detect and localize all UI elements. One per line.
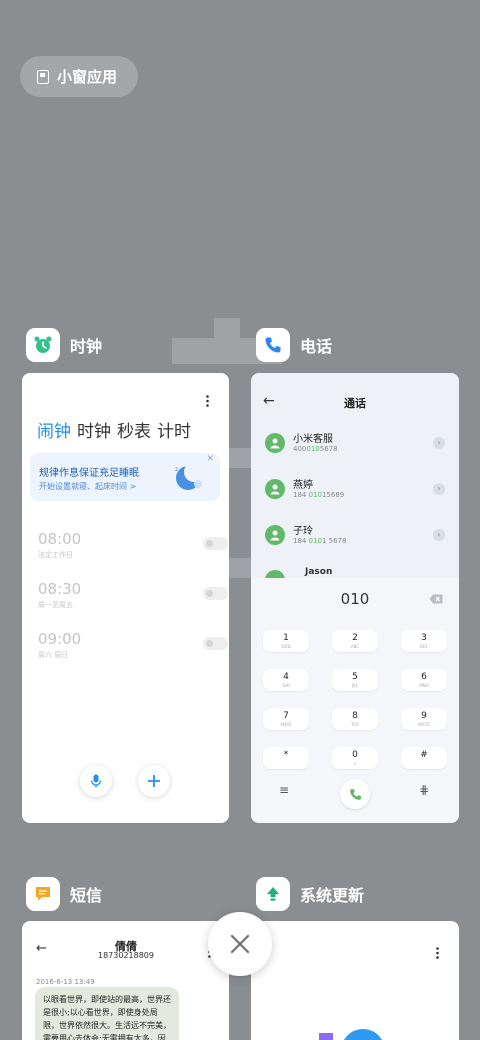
dial-key-hash[interactable]: #	[401, 747, 447, 769]
alarm-repeat: 周六 周日	[38, 651, 69, 659]
voice-alarm-button[interactable]	[80, 765, 112, 797]
phone-app-header[interactable]: 电话	[256, 328, 332, 362]
alarm-repeat: 周一至周五	[38, 601, 73, 609]
microphone-icon	[90, 774, 102, 788]
contact-detail-arrow-icon[interactable]: ›	[433, 529, 445, 541]
dial-key-2[interactable]: 2 ABC	[332, 630, 378, 652]
dial-key-star[interactable]: *	[263, 747, 309, 769]
clock-app-icon	[26, 328, 60, 362]
more-menu-icon[interactable]	[206, 395, 209, 407]
conversation-contact-number: 18730218809	[98, 951, 154, 960]
menu-icon[interactable]: ≡	[279, 783, 289, 797]
alarm-item[interactable]: 08:30 周一至周五	[38, 580, 228, 620]
message-timestamp: 2016-6-13 13:49	[36, 978, 95, 986]
banner-close-icon[interactable]: ✕	[206, 454, 214, 464]
contact-name: 小米客服	[293, 434, 333, 445]
alarm-item[interactable]: 08:00 法定工作日	[38, 530, 228, 570]
dialpad: 010 1 GQD 2 ABC 3 DEF 4 GHI 5 JKL 6 MNO 7 PQRS …	[251, 578, 459, 823]
svg-text:z: z	[175, 466, 178, 473]
banner-title: 规律作息保证充足睡眠	[39, 468, 139, 479]
sms-app-icon	[26, 877, 60, 911]
contact-name: 子玲	[293, 526, 313, 537]
contact-number: 184 01015689	[293, 491, 345, 499]
contact-row-partial[interactable]: Jason	[265, 566, 445, 578]
update-app-header[interactable]: 系统更新	[256, 877, 364, 911]
tab-clock[interactable]: 时钟	[77, 417, 111, 442]
clear-all-button[interactable]	[208, 912, 272, 976]
alarm-repeat: 法定工作日	[38, 551, 73, 559]
dial-key-0[interactable]: 0 +	[332, 747, 378, 769]
banner-subtitle[interactable]: 开始设置就寝、起床时间 >	[39, 481, 136, 492]
contact-row[interactable]: 子玲 184 0101 5678 ›	[265, 521, 445, 551]
alarm-toggle[interactable]	[203, 637, 228, 650]
moon-illustration-icon: z	[175, 462, 204, 490]
dial-key-3[interactable]: 3 DEF	[401, 630, 447, 652]
alarm-item[interactable]: 09:00 周六 周日	[38, 630, 228, 670]
clock-app-name: 时钟	[70, 337, 103, 356]
sleep-banner[interactable]: 规律作息保证充足睡眠 开始设置就寝、起床时间 > ✕ z	[30, 453, 220, 501]
contact-number: 184 0101 5678	[293, 537, 347, 545]
phone-app-name: 电话	[300, 337, 333, 356]
contact-name: Jason	[305, 567, 333, 577]
dial-key-9[interactable]: 9 WXYZ	[401, 708, 447, 730]
alarm-toggle[interactable]	[203, 587, 228, 600]
call-button[interactable]	[340, 779, 370, 809]
dial-key-7[interactable]: 7 PQRS	[263, 708, 309, 730]
contact-name: 燕婷	[293, 480, 313, 491]
plus-icon	[148, 775, 160, 787]
contact-avatar-icon	[265, 433, 285, 453]
contact-detail-arrow-icon[interactable]: ›	[433, 483, 445, 495]
contact-row[interactable]: 燕婷 184 01015689 ›	[265, 475, 445, 505]
sms-app-header[interactable]: 短信	[26, 877, 102, 911]
dialpad-toggle-icon[interactable]: ⋕	[419, 783, 429, 797]
update-app-card[interactable]	[251, 921, 459, 1040]
contact-avatar-icon	[265, 570, 285, 578]
close-icon	[230, 934, 250, 954]
dial-key-5[interactable]: 5 JKL	[332, 669, 378, 691]
sms-app-name: 短信	[70, 886, 103, 905]
contact-avatar-icon	[265, 525, 285, 545]
tab-timer[interactable]: 计时	[157, 417, 191, 442]
more-menu-icon[interactable]	[436, 947, 439, 959]
floating-window-icon	[37, 69, 49, 84]
contact-detail-arrow-icon[interactable]: ›	[433, 437, 445, 449]
dial-key-6[interactable]: 6 MNO	[401, 669, 447, 691]
update-app-name: 系统更新	[300, 886, 365, 905]
alarm-time: 08:00	[38, 530, 82, 548]
dial-key-1[interactable]: 1 GQD	[263, 630, 309, 652]
update-app-icon	[256, 877, 290, 911]
phone-app-icon	[256, 328, 290, 362]
clock-tabs: 闹钟 时钟 秒表 计时	[37, 417, 191, 442]
contact-row[interactable]: 小米客服 4000105678 ›	[265, 429, 445, 459]
floating-window-button[interactable]: 小窗应用	[20, 56, 138, 97]
dial-input[interactable]: 010	[251, 590, 459, 608]
sms-app-card[interactable]: ← 倩倩 18730218809 2016-6-13 13:49 以眼看世界，即…	[22, 921, 229, 1040]
dial-key-4[interactable]: 4 GHI	[263, 669, 309, 691]
backspace-icon[interactable]	[429, 594, 443, 604]
miui-logo-icon	[319, 1029, 383, 1040]
call-icon	[349, 788, 361, 800]
contact-number: 4000105678	[293, 445, 338, 453]
clock-app-card[interactable]: 闹钟 时钟 秒表 计时 规律作息保证充足睡眠 开始设置就寝、起床时间 > ✕ z…	[22, 373, 229, 823]
contact-avatar-icon	[265, 479, 285, 499]
alarm-time: 08:30	[38, 580, 82, 598]
page-title: 通话	[344, 397, 366, 410]
alarm-toggle[interactable]	[203, 537, 228, 550]
tab-stopwatch[interactable]: 秒表	[117, 417, 151, 442]
dial-key-8[interactable]: 8 TUV	[332, 708, 378, 730]
message-bubble[interactable]: 以眼看世界，即使站的最高，世界还是很小;以心看世界，即使身处局限，世界依然很大。…	[35, 987, 179, 1040]
floating-window-label: 小窗应用	[57, 68, 118, 86]
alarm-time: 09:00	[38, 630, 82, 648]
clock-app-header[interactable]: 时钟	[26, 328, 102, 362]
add-alarm-button[interactable]	[138, 765, 170, 797]
tab-alarm[interactable]: 闹钟	[37, 417, 71, 442]
phone-app-card[interactable]: ← 通话 小米客服 4000105678 › 燕婷 184 01015689 ›…	[251, 373, 459, 823]
